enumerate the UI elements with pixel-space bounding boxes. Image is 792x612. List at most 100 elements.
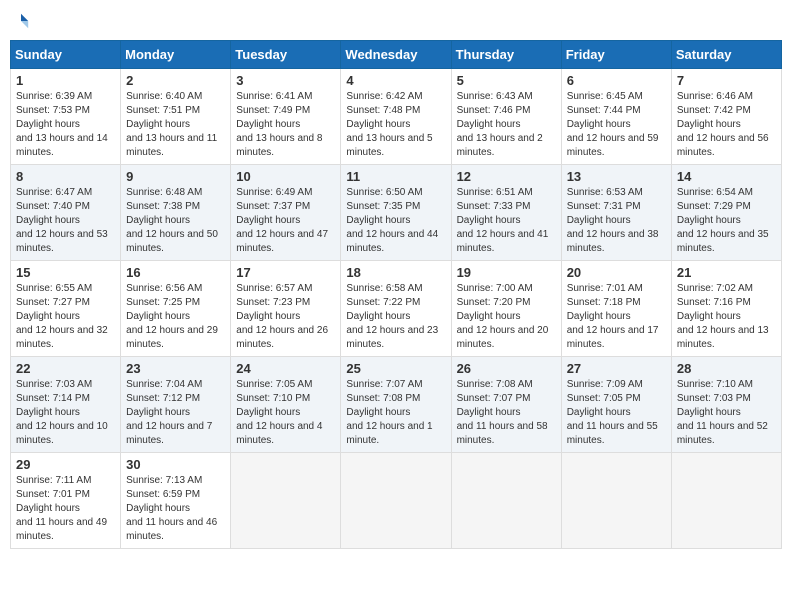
calendar-cell: 5 Sunrise: 6:43 AMSunset: 7:46 PMDayligh…	[451, 69, 561, 165]
day-info: Sunrise: 6:54 AMSunset: 7:29 PMDaylight …	[677, 186, 776, 256]
day-number: 19	[457, 265, 556, 280]
day-info: Sunrise: 6:55 AMSunset: 7:27 PMDaylight …	[16, 282, 115, 352]
calendar-header-row: SundayMondayTuesdayWednesdayThursdayFrid…	[11, 41, 782, 69]
day-number: 22	[16, 361, 115, 376]
calendar-cell: 21 Sunrise: 7:02 AMSunset: 7:16 PMDaylig…	[671, 261, 781, 357]
calendar-cell: 1 Sunrise: 6:39 AMSunset: 7:53 PMDayligh…	[11, 69, 121, 165]
calendar-cell: 18 Sunrise: 6:58 AMSunset: 7:22 PMDaylig…	[341, 261, 451, 357]
day-info: Sunrise: 6:48 AMSunset: 7:38 PMDaylight …	[126, 186, 225, 256]
calendar-week-row: 29 Sunrise: 7:11 AMSunset: 7:01 PMDaylig…	[11, 453, 782, 549]
day-number: 23	[126, 361, 225, 376]
day-number: 25	[346, 361, 445, 376]
day-number: 28	[677, 361, 776, 376]
calendar-cell: 3 Sunrise: 6:41 AMSunset: 7:49 PMDayligh…	[231, 69, 341, 165]
day-info: Sunrise: 6:46 AMSunset: 7:42 PMDaylight …	[677, 90, 776, 160]
day-number: 4	[346, 73, 445, 88]
calendar-cell: 7 Sunrise: 6:46 AMSunset: 7:42 PMDayligh…	[671, 69, 781, 165]
day-info: Sunrise: 6:47 AMSunset: 7:40 PMDaylight …	[16, 186, 115, 256]
day-number: 29	[16, 457, 115, 472]
calendar-cell: 22 Sunrise: 7:03 AMSunset: 7:14 PMDaylig…	[11, 357, 121, 453]
day-info: Sunrise: 7:03 AMSunset: 7:14 PMDaylight …	[16, 378, 115, 448]
calendar-cell: 27 Sunrise: 7:09 AMSunset: 7:05 PMDaylig…	[561, 357, 671, 453]
calendar-week-row: 15 Sunrise: 6:55 AMSunset: 7:27 PMDaylig…	[11, 261, 782, 357]
calendar-week-row: 1 Sunrise: 6:39 AMSunset: 7:53 PMDayligh…	[11, 69, 782, 165]
calendar-cell: 30 Sunrise: 7:13 AMSunset: 6:59 PMDaylig…	[121, 453, 231, 549]
weekday-header: Monday	[121, 41, 231, 69]
day-info: Sunrise: 6:56 AMSunset: 7:25 PMDaylight …	[126, 282, 225, 352]
day-info: Sunrise: 6:58 AMSunset: 7:22 PMDaylight …	[346, 282, 445, 352]
calendar-cell: 19 Sunrise: 7:00 AMSunset: 7:20 PMDaylig…	[451, 261, 561, 357]
day-info: Sunrise: 6:43 AMSunset: 7:46 PMDaylight …	[457, 90, 556, 160]
day-info: Sunrise: 7:08 AMSunset: 7:07 PMDaylight …	[457, 378, 556, 448]
day-number: 13	[567, 169, 666, 184]
day-number: 14	[677, 169, 776, 184]
weekday-header: Saturday	[671, 41, 781, 69]
day-info: Sunrise: 6:53 AMSunset: 7:31 PMDaylight …	[567, 186, 666, 256]
calendar-cell: 25 Sunrise: 7:07 AMSunset: 7:08 PMDaylig…	[341, 357, 451, 453]
day-number: 15	[16, 265, 115, 280]
calendar-cell: 26 Sunrise: 7:08 AMSunset: 7:07 PMDaylig…	[451, 357, 561, 453]
day-info: Sunrise: 7:00 AMSunset: 7:20 PMDaylight …	[457, 282, 556, 352]
logo	[10, 10, 30, 32]
weekday-header: Friday	[561, 41, 671, 69]
calendar-cell: 15 Sunrise: 6:55 AMSunset: 7:27 PMDaylig…	[11, 261, 121, 357]
calendar-cell: 13 Sunrise: 6:53 AMSunset: 7:31 PMDaylig…	[561, 165, 671, 261]
day-number: 12	[457, 169, 556, 184]
day-number: 8	[16, 169, 115, 184]
weekday-header: Wednesday	[341, 41, 451, 69]
weekday-header: Tuesday	[231, 41, 341, 69]
calendar-week-row: 8 Sunrise: 6:47 AMSunset: 7:40 PMDayligh…	[11, 165, 782, 261]
day-number: 11	[346, 169, 445, 184]
header	[10, 10, 782, 32]
logo-text	[10, 14, 30, 32]
day-number: 2	[126, 73, 225, 88]
day-number: 26	[457, 361, 556, 376]
calendar-cell: 10 Sunrise: 6:49 AMSunset: 7:37 PMDaylig…	[231, 165, 341, 261]
day-info: Sunrise: 6:39 AMSunset: 7:53 PMDaylight …	[16, 90, 115, 160]
day-info: Sunrise: 6:57 AMSunset: 7:23 PMDaylight …	[236, 282, 335, 352]
calendar-cell: 4 Sunrise: 6:42 AMSunset: 7:48 PMDayligh…	[341, 69, 451, 165]
day-info: Sunrise: 6:40 AMSunset: 7:51 PMDaylight …	[126, 90, 225, 160]
calendar-cell	[561, 453, 671, 549]
calendar-cell	[451, 453, 561, 549]
day-number: 16	[126, 265, 225, 280]
day-info: Sunrise: 6:50 AMSunset: 7:35 PMDaylight …	[346, 186, 445, 256]
day-info: Sunrise: 7:10 AMSunset: 7:03 PMDaylight …	[677, 378, 776, 448]
calendar-cell: 11 Sunrise: 6:50 AMSunset: 7:35 PMDaylig…	[341, 165, 451, 261]
day-info: Sunrise: 7:04 AMSunset: 7:12 PMDaylight …	[126, 378, 225, 448]
calendar-cell: 28 Sunrise: 7:10 AMSunset: 7:03 PMDaylig…	[671, 357, 781, 453]
calendar-table: SundayMondayTuesdayWednesdayThursdayFrid…	[10, 40, 782, 549]
day-number: 27	[567, 361, 666, 376]
day-number: 10	[236, 169, 335, 184]
day-number: 6	[567, 73, 666, 88]
logo-icon	[12, 12, 30, 30]
calendar-cell: 8 Sunrise: 6:47 AMSunset: 7:40 PMDayligh…	[11, 165, 121, 261]
day-number: 30	[126, 457, 225, 472]
day-number: 1	[16, 73, 115, 88]
day-info: Sunrise: 6:45 AMSunset: 7:44 PMDaylight …	[567, 90, 666, 160]
calendar-cell: 20 Sunrise: 7:01 AMSunset: 7:18 PMDaylig…	[561, 261, 671, 357]
day-number: 7	[677, 73, 776, 88]
weekday-header: Thursday	[451, 41, 561, 69]
day-info: Sunrise: 6:42 AMSunset: 7:48 PMDaylight …	[346, 90, 445, 160]
day-info: Sunrise: 7:01 AMSunset: 7:18 PMDaylight …	[567, 282, 666, 352]
weekday-header: Sunday	[11, 41, 121, 69]
day-number: 9	[126, 169, 225, 184]
calendar-cell: 12 Sunrise: 6:51 AMSunset: 7:33 PMDaylig…	[451, 165, 561, 261]
day-number: 17	[236, 265, 335, 280]
day-info: Sunrise: 6:49 AMSunset: 7:37 PMDaylight …	[236, 186, 335, 256]
calendar-cell: 6 Sunrise: 6:45 AMSunset: 7:44 PMDayligh…	[561, 69, 671, 165]
day-number: 24	[236, 361, 335, 376]
day-number: 18	[346, 265, 445, 280]
day-info: Sunrise: 6:51 AMSunset: 7:33 PMDaylight …	[457, 186, 556, 256]
calendar-cell: 24 Sunrise: 7:05 AMSunset: 7:10 PMDaylig…	[231, 357, 341, 453]
calendar-cell	[671, 453, 781, 549]
day-number: 3	[236, 73, 335, 88]
day-info: Sunrise: 7:13 AMSunset: 6:59 PMDaylight …	[126, 474, 225, 544]
calendar-cell	[341, 453, 451, 549]
page: SundayMondayTuesdayWednesdayThursdayFrid…	[10, 10, 782, 549]
day-number: 21	[677, 265, 776, 280]
calendar-cell: 9 Sunrise: 6:48 AMSunset: 7:38 PMDayligh…	[121, 165, 231, 261]
day-info: Sunrise: 7:05 AMSunset: 7:10 PMDaylight …	[236, 378, 335, 448]
day-info: Sunrise: 7:02 AMSunset: 7:16 PMDaylight …	[677, 282, 776, 352]
